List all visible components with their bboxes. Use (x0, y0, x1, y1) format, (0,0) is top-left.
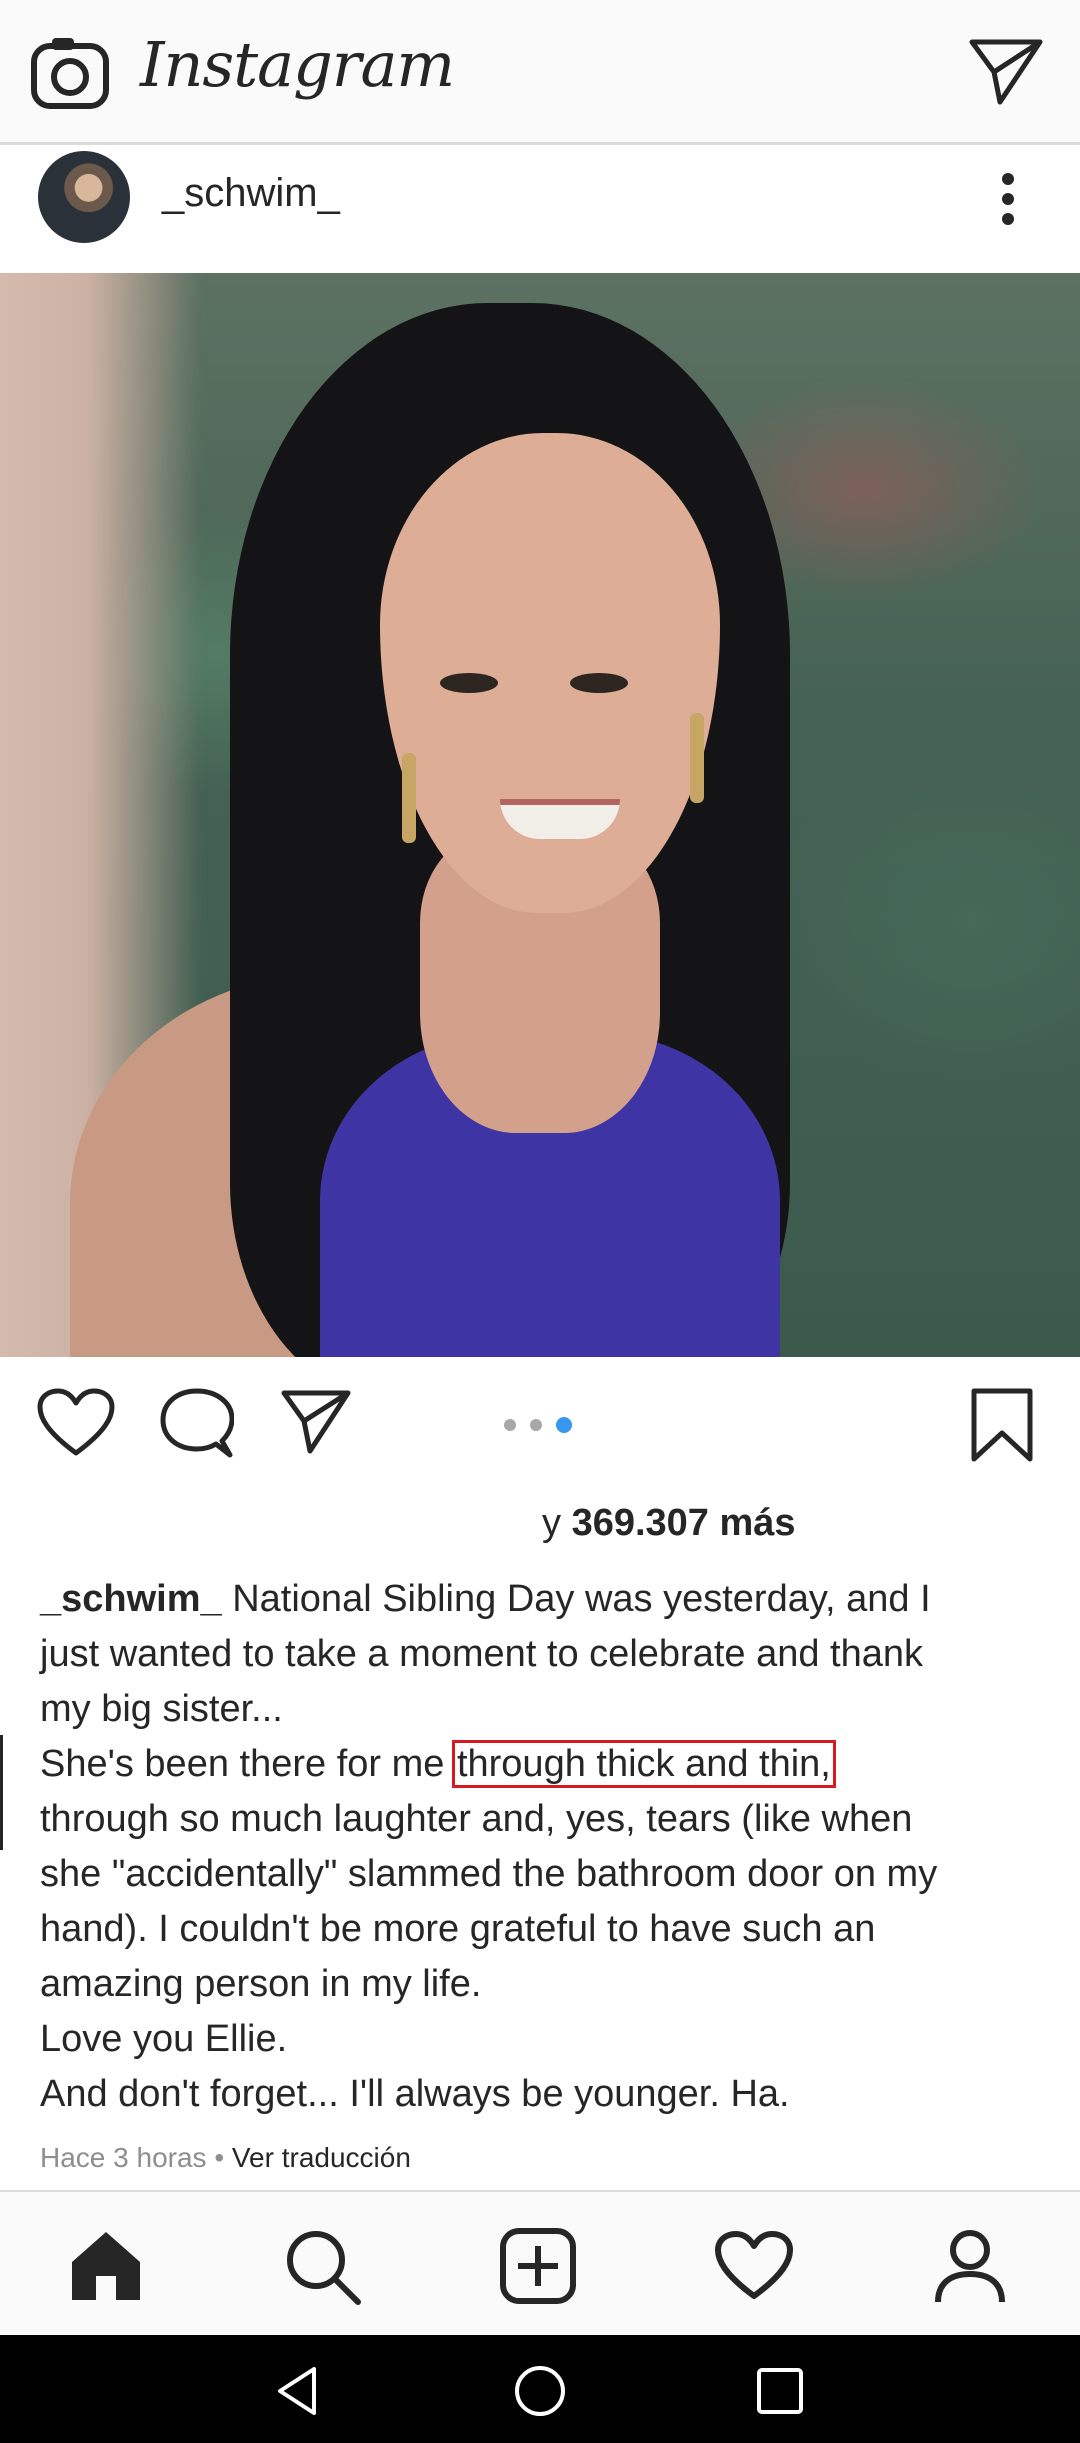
highlighted-phrase: through thick and thin, (451, 1740, 836, 1788)
caption-line-10: And don't forget... I'll always be young… (40, 2073, 790, 2115)
caption-line-2: just wanted to take a moment to celebrat… (40, 1633, 923, 1675)
post-timestamp: Hace 3 horas (40, 2142, 207, 2173)
top-app-bar: Instagram (0, 0, 1080, 145)
activity-heart-icon[interactable] (714, 2226, 794, 2306)
caption-line-7: hand). I couldn't be more grateful to ha… (40, 1908, 876, 1950)
meta-separator: • (214, 2142, 225, 2173)
likes-count: 369.307 más (571, 1502, 796, 1544)
avatar[interactable] (38, 151, 130, 243)
post-actions (0, 1357, 1080, 1467)
caption-line-3: my big sister... (40, 1688, 283, 1730)
share-icon[interactable] (280, 1387, 352, 1455)
caption-line-9: Love you Ellie. (40, 2018, 288, 2060)
photo-eye-right (570, 673, 628, 693)
profile-icon[interactable] (930, 2226, 1010, 2306)
search-icon[interactable] (282, 2226, 362, 2306)
more-vertical-icon[interactable] (996, 167, 1020, 231)
see-translation-link[interactable]: Ver traducción (232, 2142, 411, 2173)
caption-username[interactable]: _schwim_ (40, 1578, 222, 1620)
likes-prefix: y (542, 1502, 561, 1544)
bookmark-icon[interactable] (970, 1387, 1034, 1463)
home-circle-icon[interactable] (510, 2361, 570, 2421)
like-heart-icon[interactable] (36, 1387, 116, 1459)
post-header: _schwim_ (0, 145, 1080, 273)
bottom-navigation (0, 2190, 1080, 2335)
post-photo[interactable] (0, 273, 1080, 1357)
system-navigation-bar (0, 2335, 1080, 2443)
back-icon[interactable] (268, 2361, 328, 2421)
caption-line-5: through so much laughter and, yes, tears… (40, 1798, 913, 1840)
recents-icon[interactable] (750, 2361, 810, 2421)
caption-line-8: amazing person in my life. (40, 1963, 482, 2005)
caption-line-6: she "accidentally" slammed the bathroom … (40, 1853, 938, 1895)
instagram-logo: Instagram (140, 28, 455, 101)
add-post-icon[interactable] (498, 2226, 578, 2306)
carousel-dot (530, 1419, 542, 1431)
home-icon[interactable] (66, 2226, 146, 2306)
photo-earring-right (690, 713, 704, 803)
caption-line-4: She's been there for me through thick an… (40, 1740, 836, 1788)
post-meta: Hace 3 horas • Ver traducción (40, 2142, 411, 2174)
post-username[interactable]: _schwim_ (162, 171, 340, 216)
photo-earring-left (402, 753, 416, 843)
comment-icon[interactable] (160, 1387, 234, 1459)
likes-summary[interactable]: y 369.307 más (542, 1502, 796, 1545)
carousel-dot-active (556, 1417, 572, 1433)
direct-message-icon[interactable] (968, 36, 1044, 106)
caption-line-1: _schwim_ National Sibling Day was yester… (40, 1578, 931, 1620)
caption-selection-bar (0, 1735, 3, 1850)
carousel-dot (504, 1419, 516, 1431)
camera-icon[interactable] (30, 36, 110, 110)
post-caption: _schwim_ National Sibling Day was yester… (40, 1572, 1050, 2122)
photo-eye-left (440, 673, 498, 693)
